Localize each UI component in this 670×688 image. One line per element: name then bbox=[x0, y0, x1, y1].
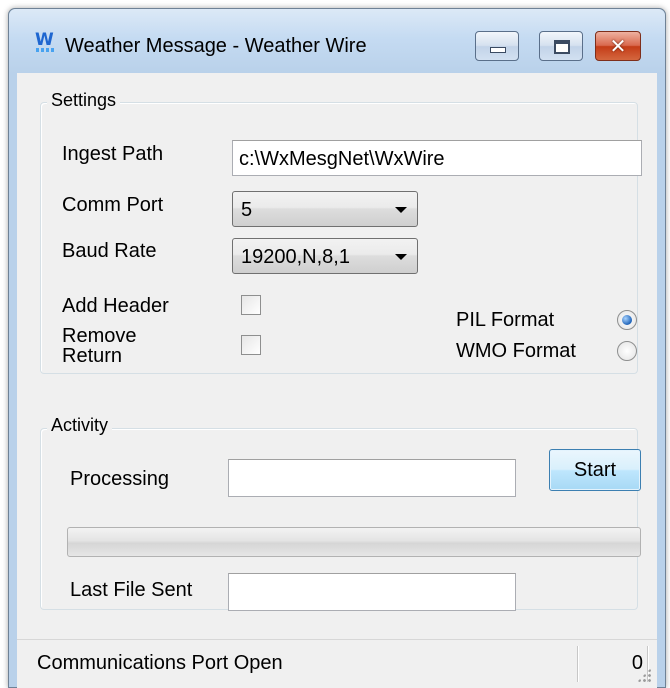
comm-port-value: 5 bbox=[241, 199, 253, 221]
comm-port-dropdown[interactable]: 5 bbox=[232, 191, 418, 227]
ingest-path-label: Ingest Path bbox=[62, 143, 164, 165]
add-header-checkbox[interactable] bbox=[241, 295, 261, 315]
baud-rate-dropdown[interactable]: 19200,N,8,1 bbox=[232, 238, 418, 274]
remove-return-label-line2: Return bbox=[62, 345, 123, 367]
settings-group-title: Settings bbox=[47, 90, 121, 111]
chevron-down-icon bbox=[395, 254, 407, 260]
client-area: Settings Ingest Path c:\WxMesgNet\WxWire… bbox=[17, 73, 657, 688]
app-icon-letter: W bbox=[35, 30, 54, 50]
chevron-down-icon bbox=[395, 207, 407, 213]
baud-rate-value: 19200,N,8,1 bbox=[241, 246, 350, 268]
status-bar: Communications Port Open 0 bbox=[17, 639, 657, 688]
status-message: Communications Port Open bbox=[37, 652, 283, 674]
remove-return-label: Remove Return bbox=[62, 326, 136, 366]
minimize-icon bbox=[490, 47, 506, 53]
last-file-sent-label: Last File Sent bbox=[70, 579, 193, 601]
pil-format-label: PIL Format bbox=[456, 309, 555, 331]
status-count: 0 bbox=[631, 652, 643, 674]
last-file-sent-field bbox=[228, 573, 516, 611]
remove-return-checkbox[interactable] bbox=[241, 335, 261, 355]
app-window: W Weather Message - Weather Wire ✕ Setti… bbox=[8, 8, 666, 688]
processing-label: Processing bbox=[70, 468, 169, 490]
activity-group-title: Activity bbox=[47, 415, 113, 436]
add-header-label: Add Header bbox=[62, 295, 169, 317]
maximize-icon bbox=[554, 40, 570, 54]
start-button[interactable]: Start bbox=[549, 449, 641, 491]
comm-port-label: Comm Port bbox=[62, 194, 164, 216]
weather-message-app-icon[interactable]: W bbox=[35, 31, 57, 55]
pil-format-radio[interactable] bbox=[617, 310, 637, 330]
minimize-button[interactable] bbox=[475, 31, 519, 61]
title-bar[interactable]: W Weather Message - Weather Wire ✕ bbox=[9, 9, 665, 73]
baud-rate-label: Baud Rate bbox=[62, 240, 157, 262]
status-separator bbox=[577, 646, 578, 682]
close-button[interactable]: ✕ bbox=[595, 31, 641, 61]
wmo-format-label: WMO Format bbox=[456, 340, 576, 362]
activity-progress-bar bbox=[67, 527, 641, 557]
maximize-button[interactable] bbox=[539, 31, 583, 61]
close-icon: ✕ bbox=[609, 34, 627, 58]
wmo-format-radio[interactable] bbox=[617, 341, 637, 361]
remove-return-label-line1: Remove bbox=[62, 325, 137, 347]
window-title: Weather Message - Weather Wire bbox=[65, 35, 367, 57]
app-icon-dots bbox=[36, 48, 56, 52]
processing-field bbox=[228, 459, 516, 497]
ingest-path-input[interactable]: c:\WxMesgNet\WxWire bbox=[232, 140, 642, 176]
